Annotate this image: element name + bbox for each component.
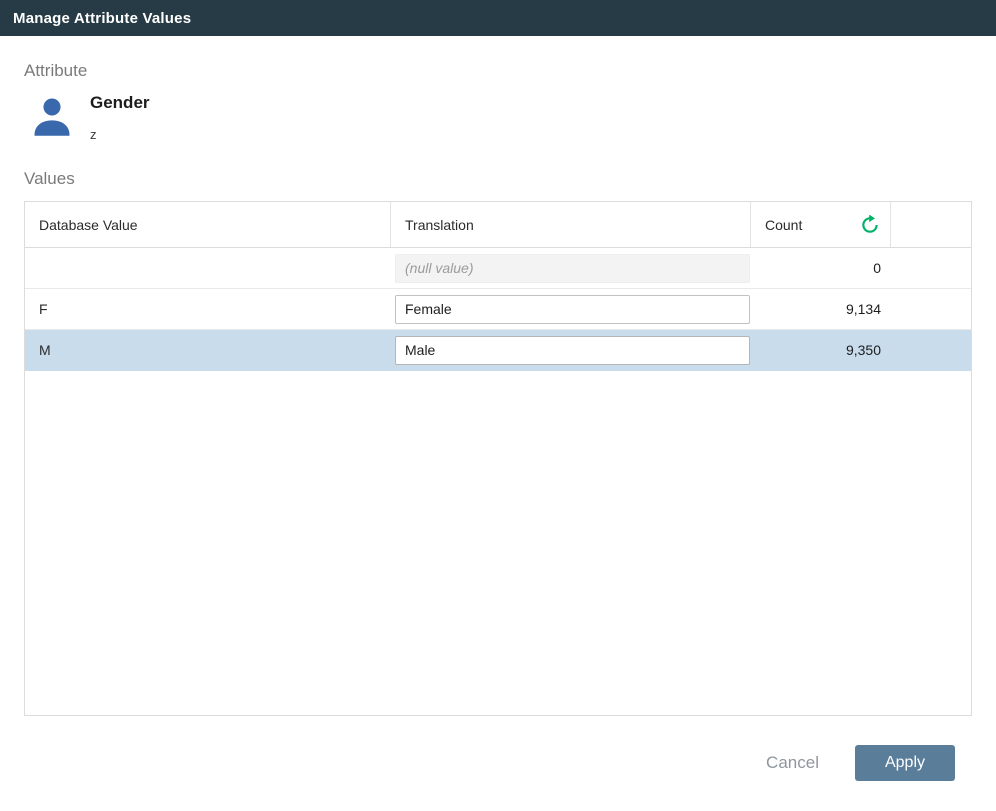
column-header-count[interactable]: Count — [751, 202, 891, 247]
column-header-translation[interactable]: Translation — [391, 202, 751, 247]
refresh-icon[interactable] — [860, 215, 880, 235]
count-cell: 9,350 — [751, 342, 891, 358]
attribute-section-label: Attribute — [24, 61, 972, 81]
column-header-empty — [891, 202, 971, 247]
person-icon — [26, 91, 78, 143]
count-cell: 9,134 — [751, 301, 891, 317]
table-row-null: 0 — [25, 248, 971, 289]
table-header: Database Value Translation Count — [25, 202, 971, 248]
dialog-titlebar: Manage Attribute Values — [0, 0, 996, 36]
attribute-name: Gender — [90, 93, 150, 113]
translation-cell — [391, 295, 751, 324]
translation-cell — [391, 254, 751, 283]
count-header-label: Count — [765, 217, 802, 233]
translation-input-male[interactable] — [395, 336, 750, 365]
translation-input-female[interactable] — [395, 295, 750, 324]
cancel-button[interactable]: Cancel — [762, 747, 823, 779]
database-value-cell: M — [25, 342, 391, 358]
database-value-cell: F — [25, 301, 391, 317]
translation-cell — [391, 336, 751, 365]
apply-button[interactable]: Apply — [855, 745, 955, 781]
values-section-label: Values — [24, 169, 972, 189]
manage-attribute-values-dialog: Manage Attribute Values Attribute Gender… — [0, 0, 996, 781]
dialog-body: Attribute Gender z Values Database Value… — [0, 61, 996, 781]
count-cell: 0 — [751, 260, 891, 276]
attribute-text: Gender z — [90, 91, 150, 142]
attribute-subtitle: z — [90, 127, 150, 142]
attribute-summary: Gender z — [24, 91, 972, 143]
column-header-database-value[interactable]: Database Value — [25, 202, 391, 247]
values-table: Database Value Translation Count — [24, 201, 972, 716]
table-row-m-selected[interactable]: M 9,350 — [25, 330, 971, 371]
dialog-footer: Cancel Apply — [24, 745, 972, 781]
dialog-title: Manage Attribute Values — [13, 10, 191, 27]
translation-input-null[interactable] — [395, 254, 750, 283]
table-row-f[interactable]: F 9,134 — [25, 289, 971, 330]
